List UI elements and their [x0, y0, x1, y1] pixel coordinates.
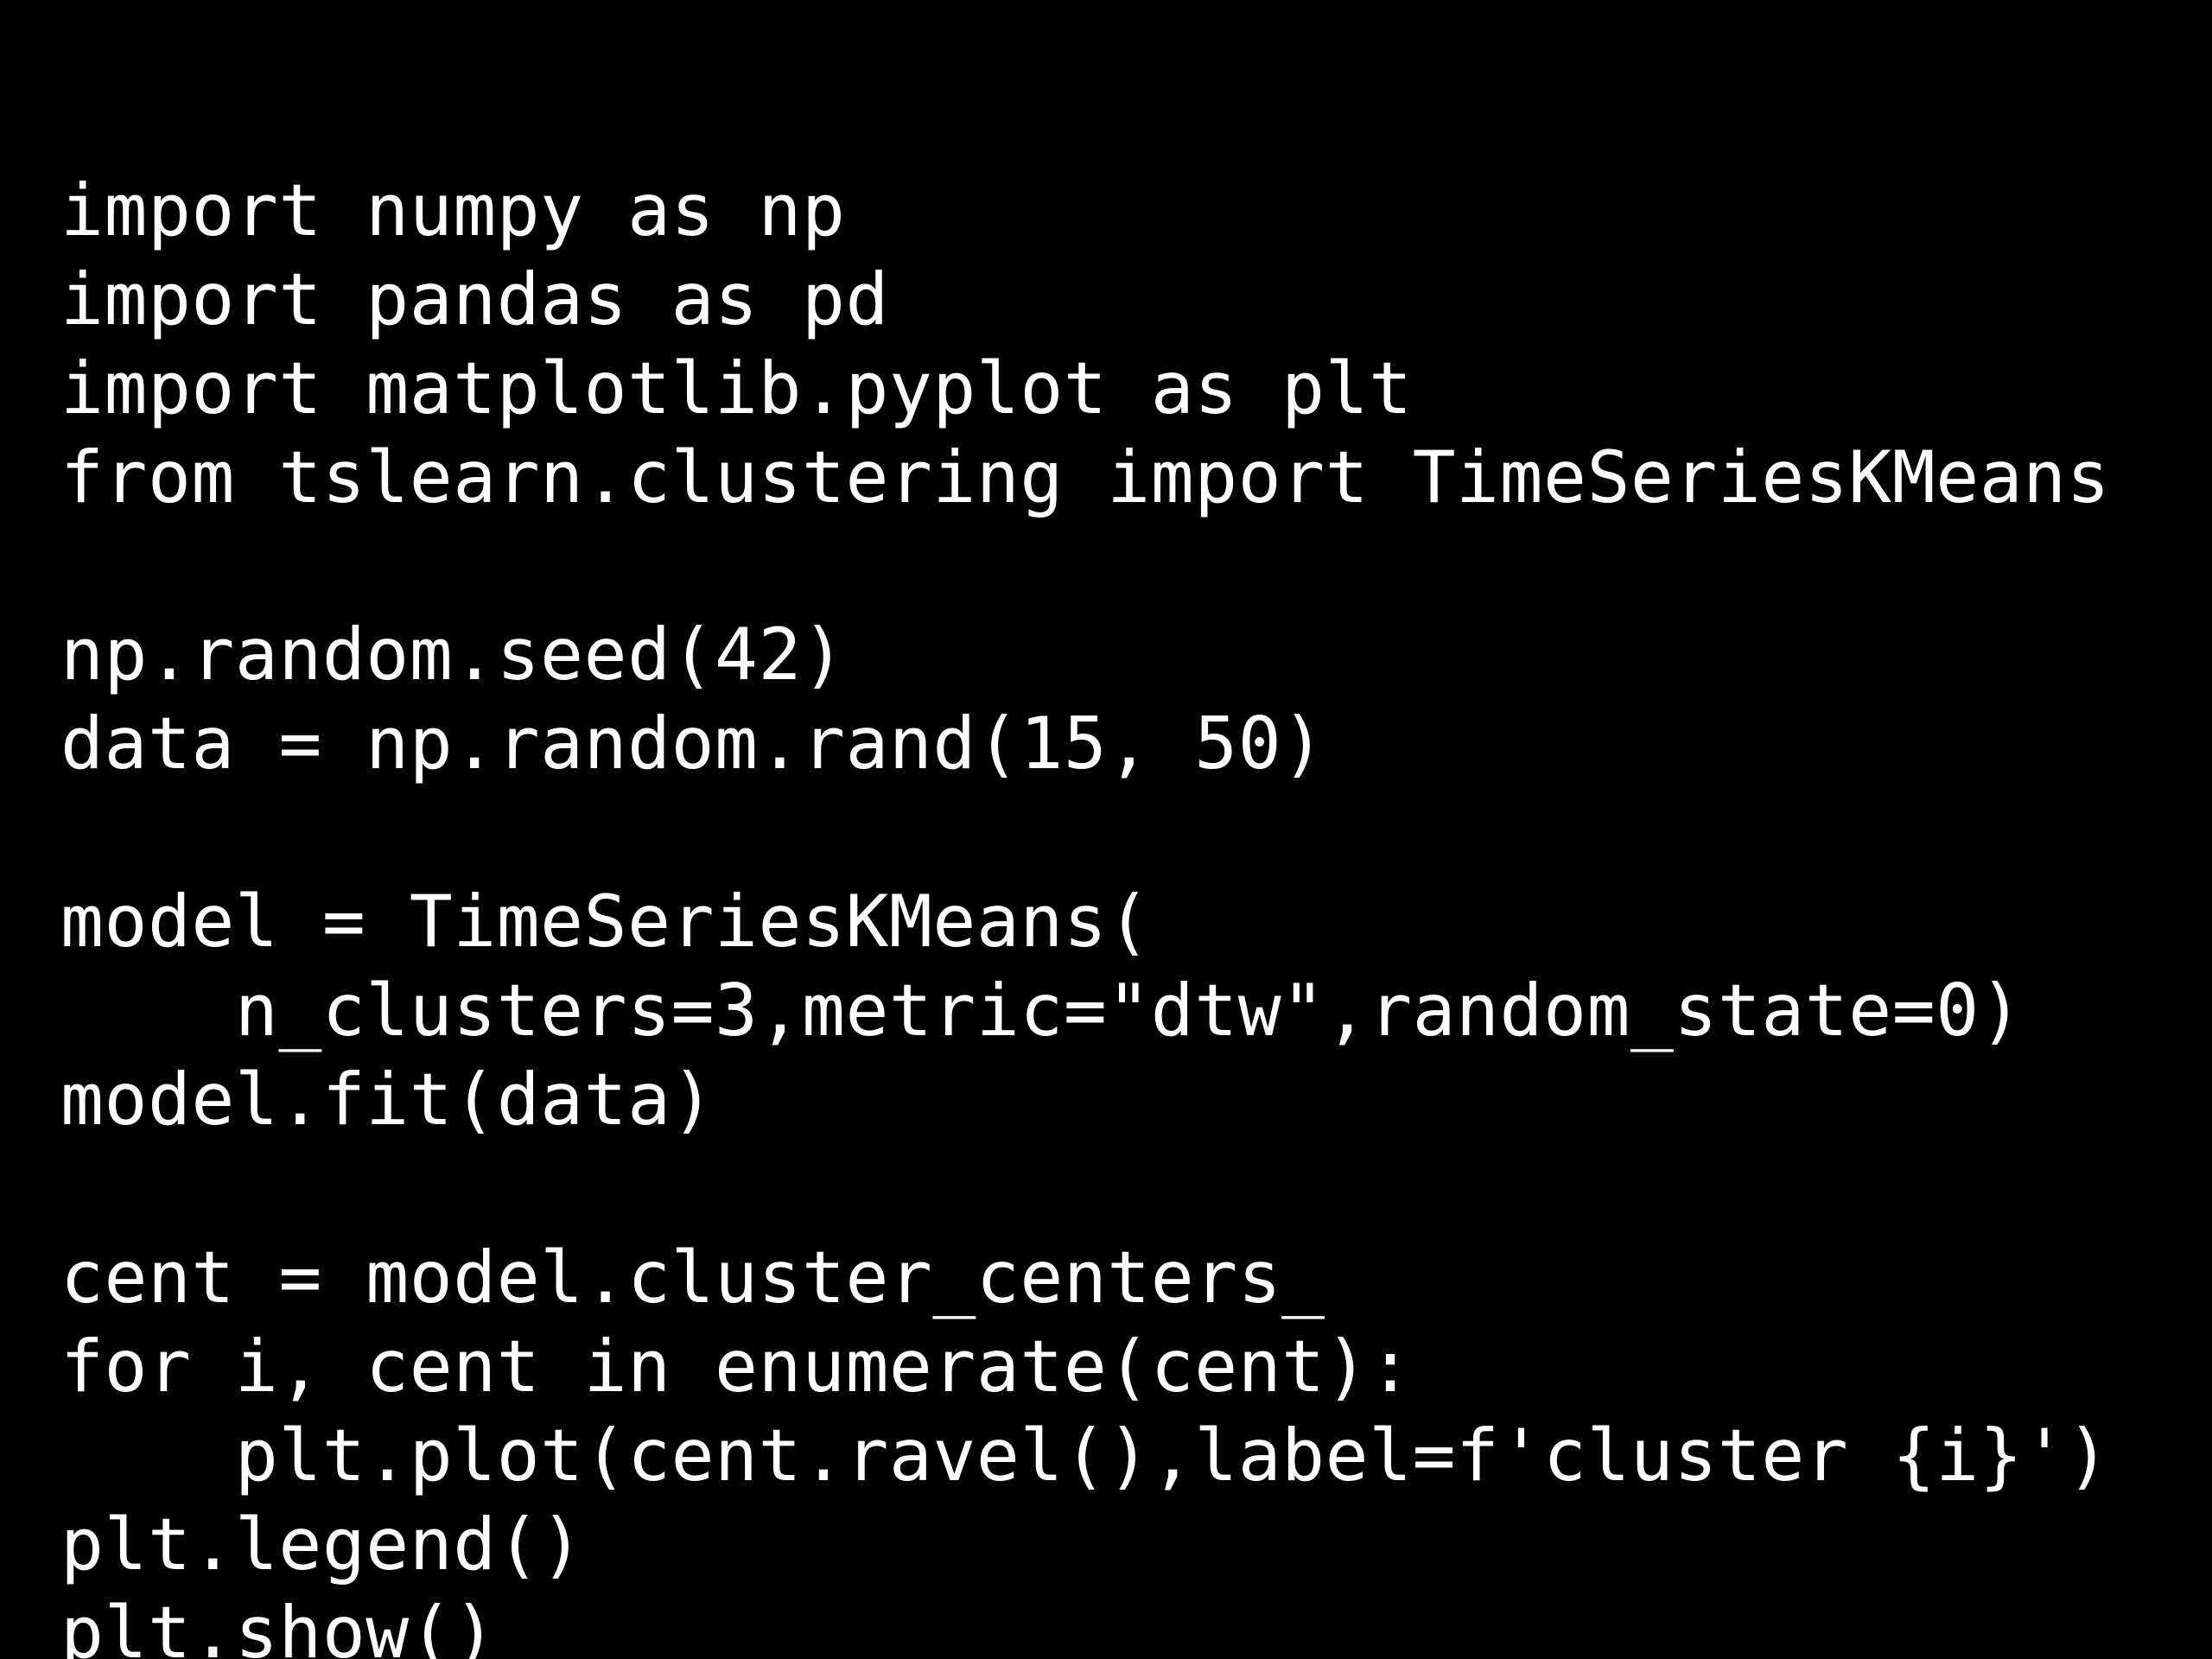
code-line: cent = model.cluster_centers_ — [60, 1236, 1325, 1319]
code-line: import matplotlib.pyplot as plt — [60, 346, 1413, 430]
code-line: import numpy as np — [60, 168, 845, 252]
code-line: plt.legend() — [60, 1503, 584, 1586]
code-line: plt.plot(cent.ravel(),label=f'cluster {i… — [60, 1414, 2110, 1497]
code-line: import pandas as pd — [60, 257, 889, 341]
code-line: model = TimeSeriesKMeans( — [60, 880, 1151, 963]
code-line: data = np.random.rand(15, 50) — [60, 702, 1325, 785]
code-line: for i, cent in enumerate(cent): — [60, 1325, 1413, 1408]
code-block: import numpy as np import pandas as pd i… — [0, 0, 2212, 1659]
code-line: plt.show() — [60, 1591, 497, 1659]
code-line: from tslearn.clustering import TimeSerie… — [60, 435, 2110, 519]
code-line: model.fit(data) — [60, 1058, 715, 1141]
code-line: n_clusters=3,metric="dtw",random_state=0… — [60, 969, 2023, 1052]
code-line: np.random.seed(42) — [60, 613, 845, 696]
